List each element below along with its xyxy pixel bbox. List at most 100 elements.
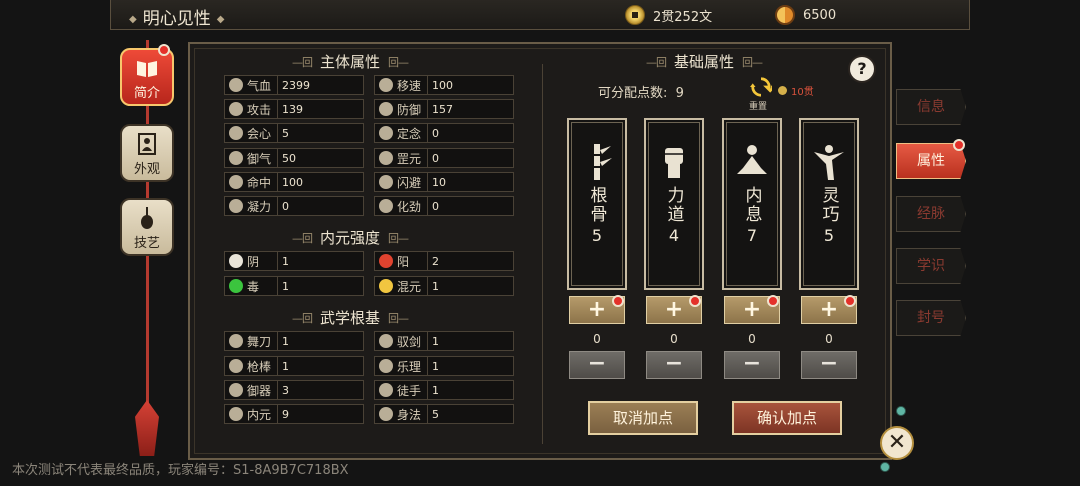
money-value: 2贯252文	[653, 9, 713, 25]
stat-value: 1	[277, 277, 363, 295]
notification-dot	[612, 295, 624, 307]
stat-name: 内元	[247, 407, 272, 422]
stat-name: 身法	[397, 407, 422, 422]
notification-dot	[767, 295, 779, 307]
fist-icon	[229, 199, 243, 213]
section-martial-roots-header: —回 武学根基 回—	[284, 307, 416, 328]
stat-value: 9	[277, 405, 363, 423]
help-button[interactable]: ?	[848, 55, 876, 83]
bamboo-icon	[592, 144, 612, 180]
attr-card-value: 7	[746, 226, 758, 245]
stat-value: 0	[427, 124, 513, 142]
stat-accuracy: 命中 100	[224, 172, 364, 192]
section-base-attrs-header: —回 基础属性 回—	[638, 51, 770, 72]
stat-value: 0	[277, 197, 363, 215]
nav-skills-label: 技艺	[133, 236, 160, 251]
breath-added: 0	[748, 332, 756, 346]
stat-name: 阴	[247, 254, 260, 269]
stat-value: 5	[427, 405, 513, 423]
taiji-icon	[379, 279, 393, 293]
stat-yang: 阳2	[374, 251, 514, 271]
nav-intro[interactable]: 简介	[120, 48, 174, 106]
test-watermark: 本次测试不代表最终品质，玩家编号：S1-8A9B7C718BX	[12, 463, 349, 478]
lotus-icon	[229, 126, 243, 140]
stat-gangyuan: 罡元 0	[374, 148, 514, 168]
cancel-points-button[interactable]: 取消加点	[588, 401, 698, 435]
stat-name: 舞刀	[247, 334, 272, 349]
top-bar: ◆ 明心见性 ◆ 2贯252文 6500	[110, 0, 970, 30]
meditate-icon	[379, 126, 393, 140]
swirl-icon	[229, 151, 243, 165]
stat-name: 防御	[397, 102, 422, 117]
ornament-icon: 回—	[388, 231, 409, 245]
tab-info[interactable]: 信息	[896, 89, 966, 125]
attr-card-value: 5	[823, 226, 835, 245]
stat-name: 化劲	[397, 199, 422, 214]
moon-icon	[229, 254, 243, 268]
attr-card-strength: 力道 4	[644, 118, 704, 290]
blade-icon	[229, 334, 243, 348]
reset-icon[interactable]	[750, 76, 772, 98]
nav-intro-label: 简介	[133, 86, 160, 101]
stat-value: 10	[427, 173, 513, 191]
stat-value: 2	[427, 252, 513, 270]
stat-hunyuan: 混元 1	[374, 276, 514, 296]
stat-value: 157	[427, 100, 513, 118]
reset-cost-value: 10贯	[791, 87, 814, 98]
stat-name: 阳	[397, 254, 410, 269]
remove-strength-button[interactable]: −	[646, 351, 702, 379]
nav-appearance-label: 外观	[133, 162, 160, 177]
yinyang-points-value: 6500	[803, 7, 837, 23]
stat-name: 移速	[397, 78, 422, 93]
panel-divider	[542, 64, 543, 444]
stat-name: 罡元	[397, 151, 422, 166]
stat-name: 枪棒	[247, 359, 272, 374]
stat-name: 御器	[247, 383, 272, 398]
remove-agility-button[interactable]: −	[801, 351, 857, 379]
stat-name: 混元	[397, 279, 422, 294]
nav-appearance[interactable]: 外观	[120, 124, 174, 182]
reset-label[interactable]: 重置	[749, 99, 767, 112]
free-points-value: 9	[675, 86, 684, 101]
attr-card-breath: 内息 7	[722, 118, 782, 290]
stat-name: 乐理	[397, 359, 422, 374]
stat-value: 1	[427, 277, 513, 295]
pipa-icon	[141, 207, 153, 229]
leaf-icon	[229, 78, 243, 92]
nav-skills[interactable]: 技艺	[120, 198, 174, 256]
remove-breath-button[interactable]: −	[724, 351, 780, 379]
ornament-icon: —回	[646, 55, 667, 69]
stat-blade: 舞刀 1	[224, 331, 364, 351]
stat-yin: 阴1	[224, 251, 364, 271]
ornament-icon: 回—	[742, 55, 763, 69]
tab-titles[interactable]: 封号	[896, 300, 966, 336]
sun-icon	[379, 254, 393, 268]
tab-knowledge[interactable]: 学识	[896, 248, 966, 284]
section-title: 基础属性	[674, 53, 735, 71]
diamond-icon: ◆	[129, 14, 137, 25]
tab-meridians[interactable]: 经脉	[896, 196, 966, 232]
confirm-points-button[interactable]: 确认加点	[732, 401, 842, 435]
coin-icon	[625, 5, 645, 25]
stat-value: 139	[277, 100, 363, 118]
stat-dodge: 闪避 10	[374, 172, 514, 192]
root-bone-added: 0	[593, 332, 601, 346]
remove-root-bone-button[interactable]: −	[569, 351, 625, 379]
run-icon	[379, 407, 393, 421]
boot-icon	[379, 78, 393, 92]
stat-name: 定念	[397, 126, 422, 141]
attr-card-name: 力道	[663, 186, 684, 224]
meditate-icon	[229, 407, 243, 421]
attr-card-name: 根骨	[586, 186, 607, 224]
stat-spear: 枪棒 1	[224, 356, 364, 376]
stat-value: 50	[277, 149, 363, 167]
stat-name: 毒	[247, 279, 260, 294]
stat-sword: 驭剑 1	[374, 331, 514, 351]
stat-name: 凝力	[247, 199, 272, 214]
stat-name: 命中	[247, 175, 272, 190]
close-button[interactable]: ✕	[880, 426, 914, 460]
stat-name: 攻击	[247, 102, 272, 117]
free-points: 可分配点数: 9	[598, 82, 684, 101]
stat-value: 0	[427, 197, 513, 215]
notification-dot	[844, 295, 856, 307]
